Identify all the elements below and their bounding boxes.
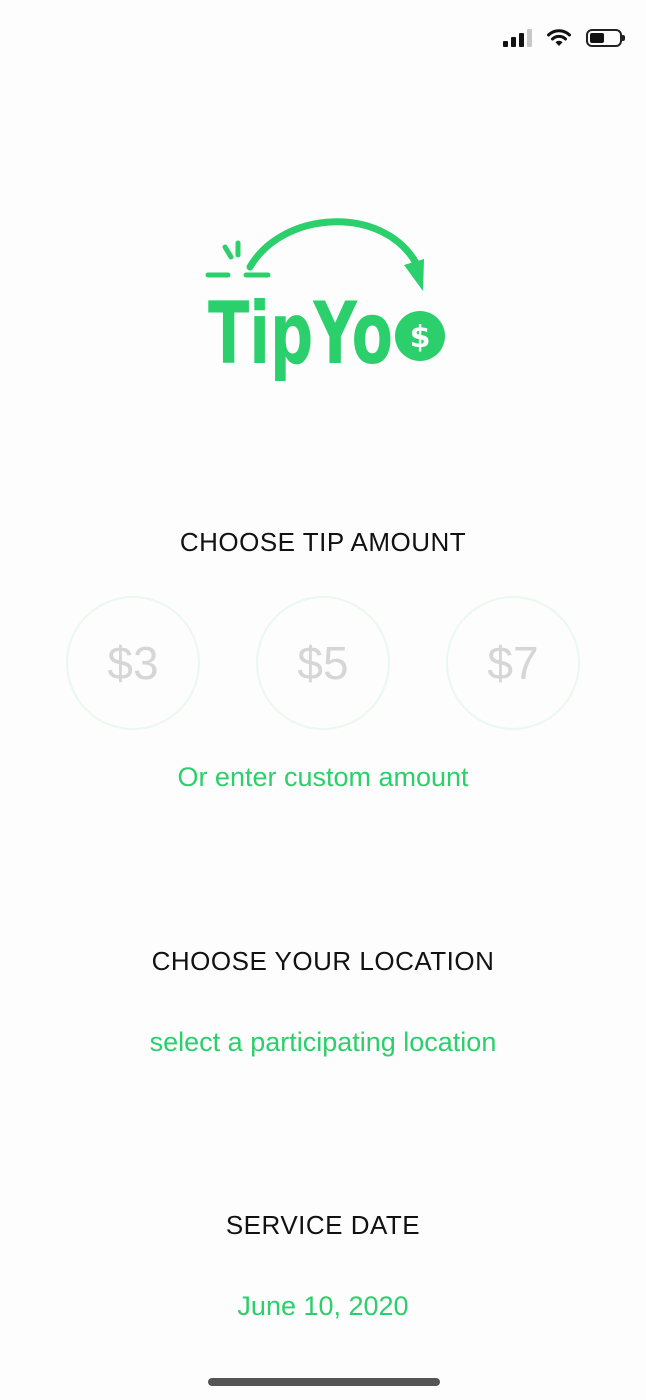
- custom-amount-link[interactable]: Or enter custom amount: [0, 762, 646, 793]
- arrow-icon: [246, 218, 420, 271]
- status-icons: [503, 28, 625, 48]
- wifi-icon: [547, 29, 571, 46]
- service-date-title: SERVICE DATE: [225, 1210, 421, 1240]
- tip-section-title: CHOOSE TIP AMOUNT: [179, 527, 467, 557]
- select-location-link[interactable]: select a participating location: [0, 1027, 646, 1058]
- tip-amount-5-button[interactable]: $5: [256, 596, 390, 730]
- battery-level: [590, 33, 604, 43]
- tip-amount-label: $3: [107, 637, 159, 689]
- battery-icon: [586, 29, 625, 47]
- service-date-value[interactable]: June 10, 2020: [0, 1291, 646, 1322]
- location-section-title: CHOOSE YOUR LOCATION: [151, 946, 495, 976]
- home-indicator: [208, 1378, 440, 1386]
- status-bar: [0, 0, 646, 80]
- tip-amount-label: $7: [487, 637, 539, 689]
- tip-amount-3-button[interactable]: $3: [66, 596, 200, 730]
- cellular-signal-icon: [503, 29, 532, 47]
- svg-text:$: $: [410, 320, 431, 355]
- tipyo-logo: TipYo $: [205, 218, 445, 384]
- logo-wordmark: TipYo: [208, 284, 393, 384]
- tip-amount-label: $5: [297, 637, 349, 689]
- tip-amount-7-button[interactable]: $7: [446, 596, 580, 730]
